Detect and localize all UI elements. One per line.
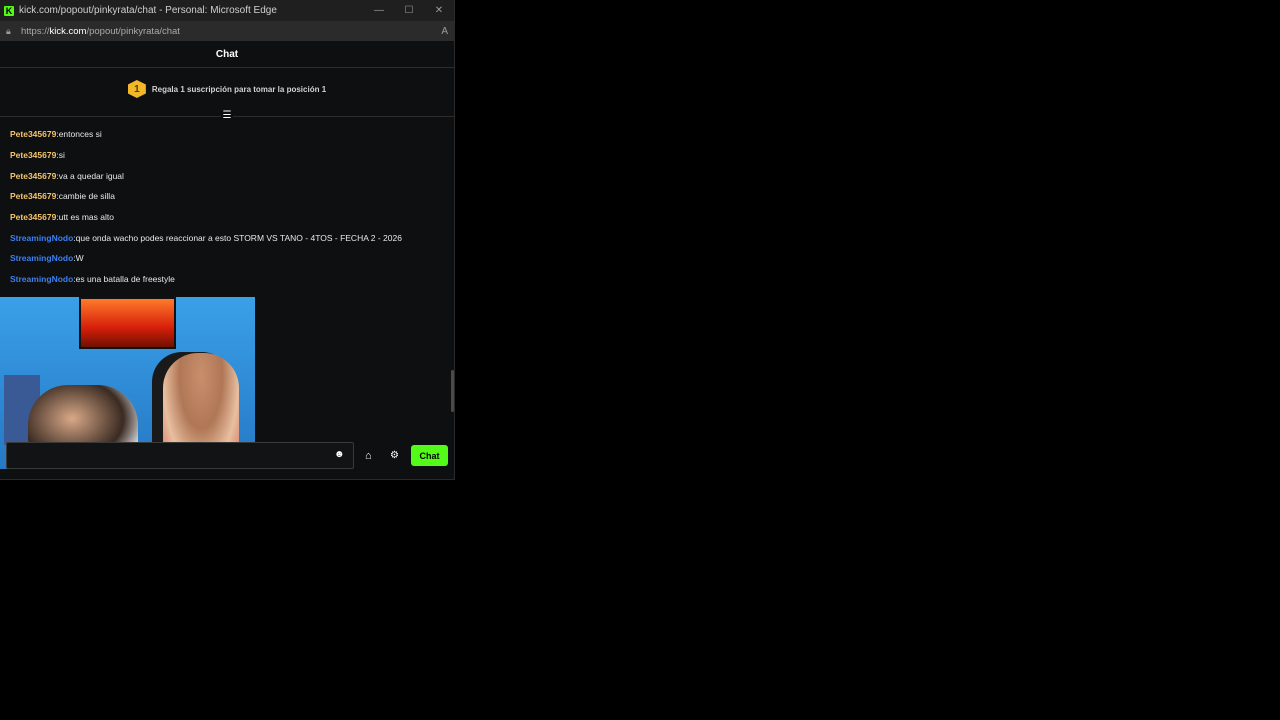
banner-text: Regala 1 suscripción para tomar la posic… <box>151 84 327 94</box>
close-icon[interactable]: ✕ <box>424 5 454 16</box>
url-host: kick.com <box>49 25 87 37</box>
chat-message-text: utt es mas alto <box>58 212 114 223</box>
chat-username[interactable]: Pete345679 <box>10 129 56 139</box>
browser-window: K kick.com/popout/pinkyrata/chat - Perso… <box>0 0 455 480</box>
chat-header: Chat <box>0 41 454 68</box>
maximize-icon[interactable]: ☐ <box>394 5 424 16</box>
chat-message: Pete345679: utt es mas alto <box>10 207 450 228</box>
url-protocol: https:// <box>21 25 50 37</box>
chat-input[interactable] <box>6 442 354 469</box>
chat-message-text: si <box>58 150 65 161</box>
kick-app-icon: K <box>4 5 14 16</box>
chat-messages: Pete345679: entonces si Pete345679: si Pet… <box>10 124 450 300</box>
chat-message-text: W <box>75 253 84 264</box>
chat-message-text: entonces si <box>58 129 102 140</box>
read-aloud-icon[interactable]: A <box>441 26 448 37</box>
gear-icon[interactable]: ⚙ <box>390 450 402 462</box>
send-chat-button[interactable]: Chat <box>411 445 448 466</box>
chat-message: StreamingNodo: W <box>10 248 450 269</box>
collapse-filter-icon[interactable]: ☰ <box>221 110 233 122</box>
chat-username[interactable]: Pete345679 <box>10 150 56 160</box>
scrollbar[interactable] <box>451 370 454 412</box>
rank-badge: 1 <box>127 80 146 98</box>
chat-message: Pete345679: si <box>10 145 450 166</box>
chat-username[interactable]: Pete345679 <box>10 191 56 201</box>
window-title: kick.com/popout/pinkyrata/chat - Persona… <box>19 5 277 16</box>
fireplace-tv <box>79 297 176 349</box>
store-icon[interactable]: ⌂ <box>365 450 377 462</box>
chat-username[interactable]: StreamingNodo <box>10 253 73 263</box>
lock-icon[interactable]: 🔒︎ <box>6 26 16 37</box>
subscription-leaderboard-banner[interactable]: 1 Regala 1 suscripción para tomar la pos… <box>0 68 454 110</box>
chat-message: StreamingNodo: es una batalla de freesty… <box>10 269 450 290</box>
emoji-icon[interactable]: ☻ <box>334 450 345 460</box>
chat-message-text: va a quedar igual <box>58 170 124 181</box>
chat-username[interactable]: Pete345679 <box>10 171 56 181</box>
chat-username[interactable]: StreamingNodo <box>10 233 73 243</box>
chat-message: StreamingNodo: que onda wacho podes reac… <box>10 227 450 248</box>
address-bar[interactable]: 🔒︎ https://kick.com/popout/pinkyrata/cha… <box>0 21 454 41</box>
chat-message: Pete345679: va a quedar igual <box>10 165 450 186</box>
title-bar[interactable]: K kick.com/popout/pinkyrata/chat - Perso… <box>0 0 454 21</box>
chat-username[interactable]: Pete345679 <box>10 212 56 222</box>
chat-message-text: cambie de silla <box>58 191 115 202</box>
chat-username[interactable]: StreamingNodo <box>10 274 73 284</box>
minimize-icon[interactable]: — <box>364 5 394 16</box>
chat-message-text: es una batalla de freestyle <box>75 274 175 285</box>
chat-message: Pete345679: cambie de silla <box>10 186 450 207</box>
url-path: /popout/pinkyrata/chat <box>86 25 180 37</box>
chat-message: Pete345679: entonces si <box>10 124 450 145</box>
chat-message-text: que onda wacho podes reaccionar a esto S… <box>75 232 402 243</box>
